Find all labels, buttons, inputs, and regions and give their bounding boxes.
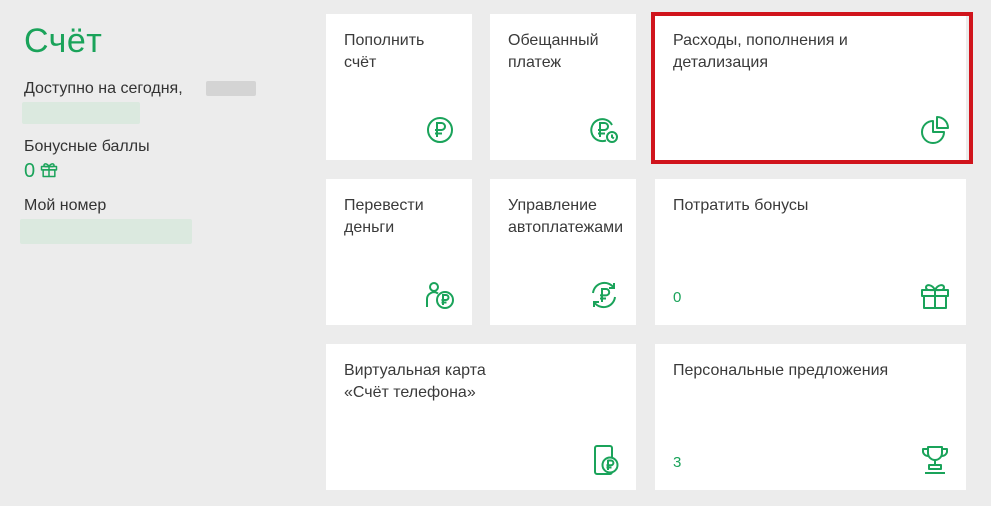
trophy-icon <box>919 444 951 476</box>
tile-label: Обещанный платеж <box>508 32 599 71</box>
gift-icon <box>39 159 59 184</box>
available-balance-redacted <box>22 102 140 124</box>
tile-label: Пополнить счёт <box>344 32 425 71</box>
bonus-points-value: 0 <box>24 159 36 182</box>
pie-chart-icon <box>919 114 951 146</box>
account-page: Счёт Доступно на сегодня, Бонусные баллы… <box>0 0 991 506</box>
promised-payment-icon <box>588 114 620 146</box>
tile-label: Перевести деньги <box>344 197 424 236</box>
autopayment-icon <box>588 279 620 311</box>
tile-label: Расходы, пополнения и детализация <box>673 32 848 71</box>
top-up-tile[interactable]: Пополнить счёт <box>326 14 472 160</box>
gift-icon <box>919 279 951 311</box>
bonus-points-label: Бонусные баллы <box>24 138 150 155</box>
expenses-details-tile[interactable]: Расходы, пополнения и детализация <box>655 14 966 160</box>
my-number-label: Мой номер <box>24 197 107 214</box>
phone-card-icon <box>590 444 622 476</box>
virtual-card-tile[interactable]: Виртуальная карта «Счёт телефона» <box>326 344 636 490</box>
bonus-points-row[interactable]: 0 <box>24 160 59 182</box>
account-summary-panel: Счёт Доступно на сегодня, Бонусные баллы… <box>0 0 315 506</box>
transfer-money-tile[interactable]: Перевести деньги <box>326 179 472 325</box>
ruble-coin-icon <box>424 114 456 146</box>
available-date-redacted <box>206 81 256 96</box>
autopayments-tile[interactable]: Управление автоплатежами <box>490 179 636 325</box>
bonus-count: 0 <box>673 289 682 306</box>
tile-label: Персональные предложения <box>673 362 889 379</box>
tile-label: Управление автоплатежами <box>508 197 624 236</box>
promised-payment-tile[interactable]: Обещанный платеж <box>490 14 636 160</box>
personal-offers-tile[interactable]: Персональные предложения 3 <box>655 344 966 490</box>
tile-label: Потратить бонусы <box>673 197 809 214</box>
page-title: Счёт <box>24 22 103 60</box>
phone-number-redacted <box>20 219 192 244</box>
spend-bonuses-tile[interactable]: Потратить бонусы 0 <box>655 179 966 325</box>
offers-count: 3 <box>673 454 682 471</box>
available-today-label: Доступно на сегодня, <box>24 80 183 97</box>
money-transfer-icon <box>424 279 456 311</box>
tile-label: Виртуальная карта «Счёт телефона» <box>344 362 486 401</box>
